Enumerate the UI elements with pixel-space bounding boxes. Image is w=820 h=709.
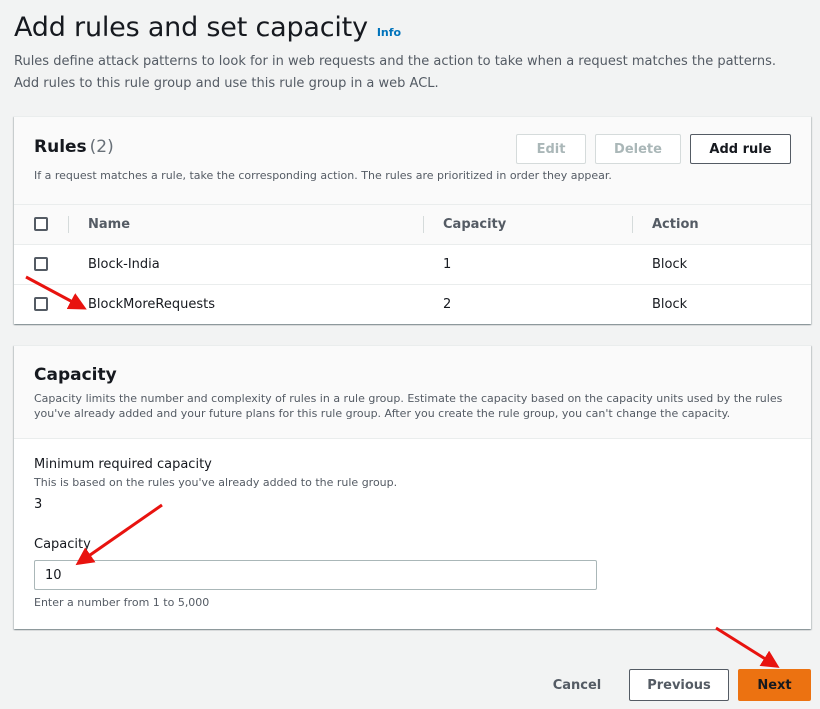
rule-action-cell: Block (652, 256, 688, 272)
rules-count: (2) (89, 137, 114, 157)
select-all-checkbox[interactable] (34, 217, 48, 232)
column-header-capacity[interactable]: Capacity (423, 205, 632, 244)
rule-name-cell: BlockMoreRequests (88, 296, 215, 312)
add-rule-button[interactable]: Add rule (690, 134, 791, 164)
rules-subtitle: If a request matches a rule, take the co… (34, 169, 612, 182)
rule-action-cell: Block (652, 296, 688, 312)
page-description: Rules define attack patterns to look for… (14, 54, 776, 91)
next-button[interactable]: Next (738, 669, 811, 701)
delete-button[interactable]: Delete (595, 134, 681, 164)
capacity-description: Capacity limits the number and complexit… (34, 392, 783, 420)
table-row[interactable]: BlockMoreRequests 2 Block (14, 284, 811, 324)
table-header-row: Name Capacity Action (14, 205, 811, 244)
annotation-arrow (715, 626, 780, 668)
column-divider (68, 216, 69, 233)
capacity-input[interactable] (34, 560, 597, 590)
rules-heading-text: Rules (34, 137, 87, 157)
capacity-input-hint: Enter a number from 1 to 5,000 (34, 596, 210, 609)
row-select-cell (14, 244, 68, 284)
rules-panel: Rules (2) If a request matches a rule, ta… (14, 116, 811, 324)
page-header: Add rules and set capacity Info Rules de… (14, 12, 814, 95)
rules-panel-header: Rules (2) If a request matches a rule, ta… (14, 117, 811, 205)
column-header-action[interactable]: Action (632, 205, 811, 244)
column-action-label: Action (652, 216, 699, 232)
column-name-label: Name (88, 216, 131, 232)
column-divider (423, 216, 424, 233)
row-checkbox[interactable] (34, 257, 48, 271)
min-capacity-label: Minimum required capacity (34, 457, 212, 472)
min-capacity-value: 3 (34, 497, 43, 512)
rule-capacity-cell: 2 (443, 296, 452, 312)
capacity-panel-header: Capacity Capacity limits the number and … (14, 346, 811, 439)
info-link[interactable]: Info (377, 26, 401, 39)
rule-name-cell: Block-India (88, 256, 160, 272)
column-capacity-label: Capacity (443, 216, 507, 232)
capacity-input-label: Capacity (34, 537, 91, 552)
capacity-heading: Capacity (34, 365, 117, 385)
cancel-button[interactable]: Cancel (544, 669, 610, 701)
rules-heading: Rules (2) (34, 137, 114, 157)
row-checkbox[interactable] (34, 297, 48, 312)
rule-capacity-cell: 1 (443, 256, 452, 272)
column-header-name[interactable]: Name (68, 205, 423, 244)
edit-button[interactable]: Edit (516, 134, 586, 164)
row-select-cell (14, 284, 68, 324)
column-divider (632, 216, 633, 233)
table-row[interactable]: Block-India 1 Block (14, 244, 811, 284)
title-row: Add rules and set capacity Info (14, 12, 814, 43)
rules-table: Name Capacity Action Block-India 1 Block (14, 205, 811, 324)
capacity-panel: Capacity Capacity limits the number and … (14, 345, 811, 629)
min-capacity-description: This is based on the rules you've alread… (34, 476, 398, 489)
select-all-cell (14, 205, 68, 244)
previous-button[interactable]: Previous (629, 669, 729, 701)
page-title: Add rules and set capacity (14, 12, 368, 43)
